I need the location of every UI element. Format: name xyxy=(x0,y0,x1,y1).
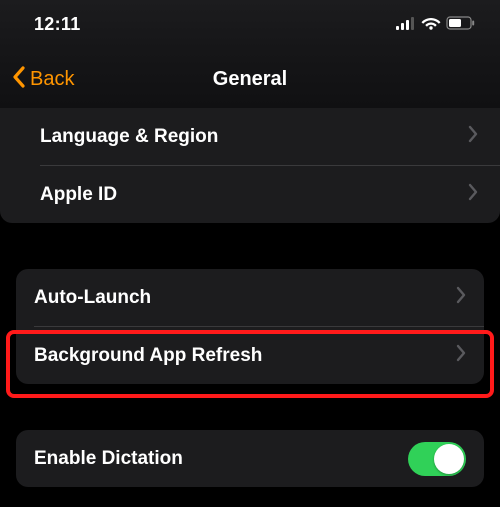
row-label: Background App Refresh xyxy=(34,345,262,367)
row-label: Auto-Launch xyxy=(34,287,151,309)
row-label: Enable Dictation xyxy=(34,448,183,470)
battery-icon xyxy=(446,16,476,35)
row-language-region[interactable]: Language & Region xyxy=(0,108,500,165)
nav-bar: Back General xyxy=(0,50,500,108)
row-background-app-refresh[interactable]: Background App Refresh xyxy=(16,327,484,384)
row-enable-dictation[interactable]: Enable Dictation xyxy=(16,430,484,487)
row-apple-id[interactable]: Apple ID xyxy=(0,166,500,223)
group-spacer xyxy=(0,223,500,269)
settings-content: Language & Region Apple ID Auto-Launch B… xyxy=(0,108,500,487)
settings-group-3: Enable Dictation xyxy=(16,430,484,487)
settings-group-1: Language & Region Apple ID xyxy=(0,108,500,223)
status-icons xyxy=(396,14,476,35)
page-title: General xyxy=(213,68,287,91)
row-label: Language & Region xyxy=(40,126,218,148)
back-label: Back xyxy=(30,68,74,91)
cellular-signal-icon xyxy=(396,17,416,35)
group-spacer xyxy=(0,384,500,430)
toggle-knob xyxy=(434,444,464,474)
back-button[interactable]: Back xyxy=(10,64,74,95)
settings-group-2: Auto-Launch Background App Refresh xyxy=(16,269,484,384)
chevron-left-icon xyxy=(10,65,28,95)
status-time: 12:11 xyxy=(34,14,81,35)
chevron-right-icon xyxy=(456,286,466,309)
row-auto-launch[interactable]: Auto-Launch xyxy=(16,269,484,326)
row-label: Apple ID xyxy=(40,184,117,206)
wifi-icon xyxy=(421,16,441,35)
chevron-right-icon xyxy=(468,183,478,206)
chevron-right-icon xyxy=(468,125,478,148)
toggle-enable-dictation[interactable] xyxy=(408,442,466,476)
status-bar: 12:11 xyxy=(0,0,500,50)
chevron-right-icon xyxy=(456,344,466,367)
